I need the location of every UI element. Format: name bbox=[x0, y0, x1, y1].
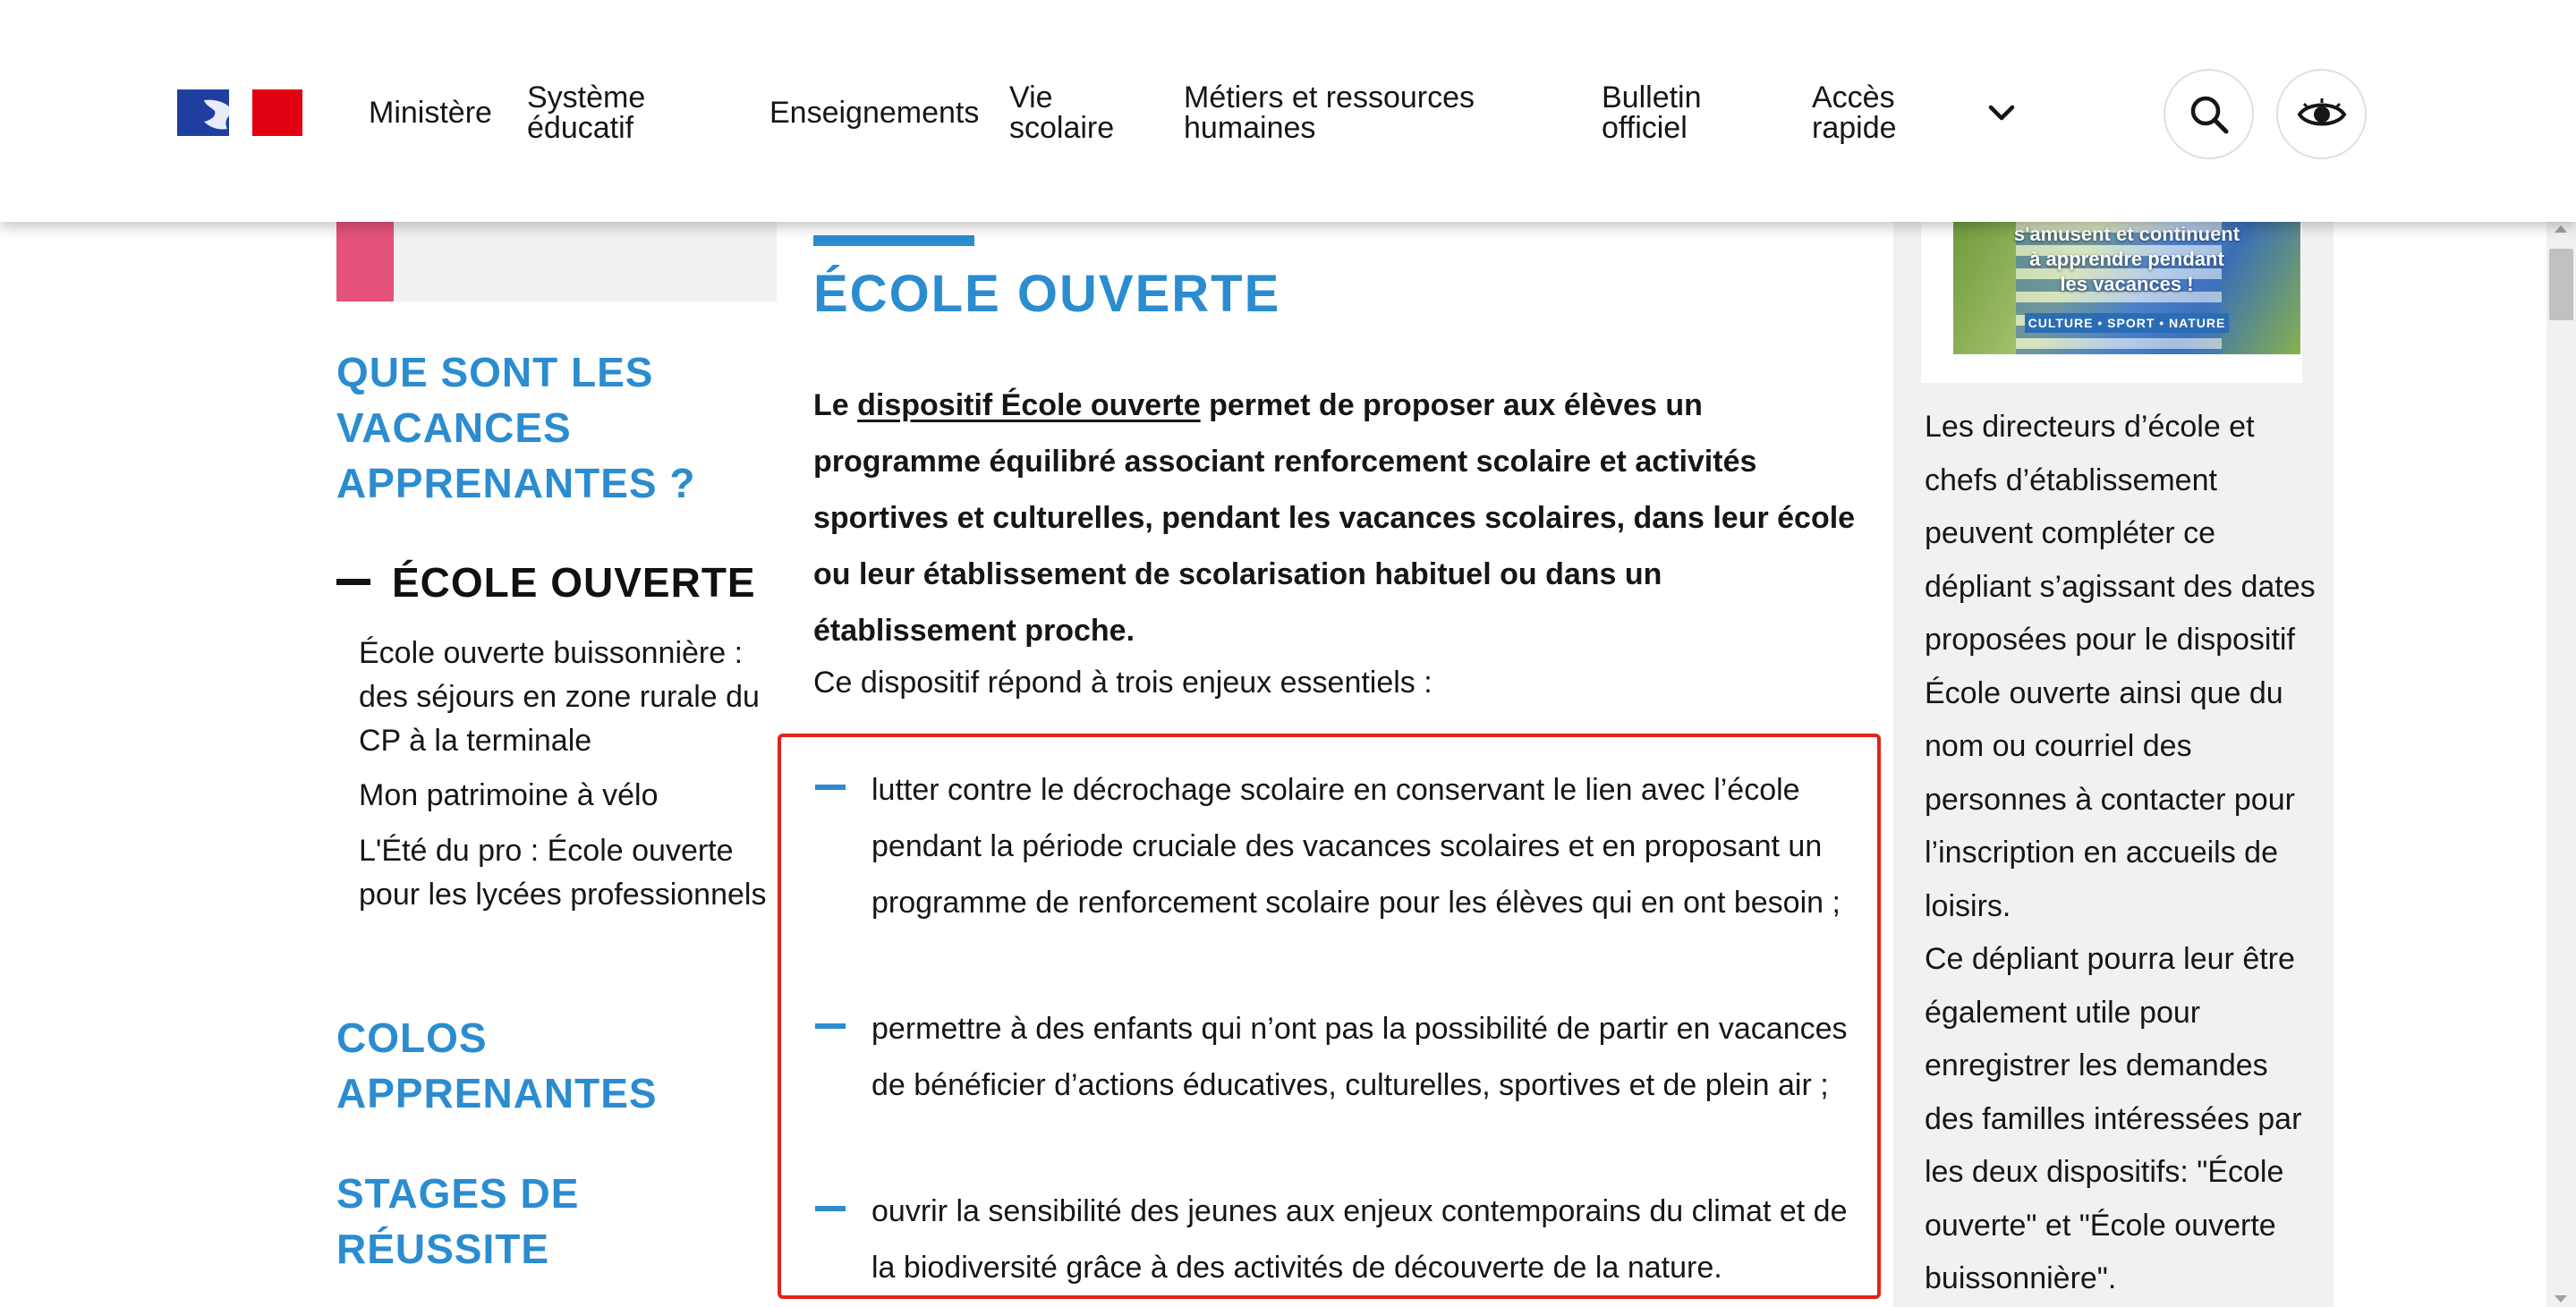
nav-acces-rapide[interactable]: Accès rapide bbox=[1812, 82, 1897, 143]
nav-systeme-educatif[interactable]: Système éducatif bbox=[527, 82, 645, 143]
title-accent-bar bbox=[813, 235, 974, 246]
scrollbar-track[interactable] bbox=[2546, 222, 2576, 1307]
sidebar-image-accent bbox=[336, 222, 394, 301]
current-item-dash bbox=[336, 579, 370, 585]
sidebar-item-mon-patrimoine-a-velo[interactable]: Mon patrimoine à vélo bbox=[359, 774, 779, 818]
nav-bulletin-officiel[interactable]: Bulletin officiel bbox=[1602, 82, 1702, 143]
scrollbar-thumb[interactable] bbox=[2549, 249, 2573, 320]
sidebar-current-ecole-ouverte[interactable]: ÉCOLE OUVERTE bbox=[392, 555, 756, 610]
sidebar-category-stages-de-reussite[interactable]: STAGES DE RÉUSSITE bbox=[336, 1166, 757, 1277]
bullet-dash bbox=[815, 785, 846, 790]
aside-description: Les directeurs d’école et chefs d’établi… bbox=[1925, 410, 2316, 1295]
depliant-image[interactable]: s'amusent et continuent à apprendre pend… bbox=[1953, 222, 2300, 354]
lead-prefix: Le bbox=[813, 388, 858, 422]
sidebar-image-card bbox=[336, 222, 777, 301]
intro-text: Ce dispositif répond à trois enjeux esse… bbox=[813, 666, 1433, 700]
republique-francaise-logo[interactable] bbox=[177, 89, 302, 136]
bullet-item-decrochage: lutter contre le décrochage scolaire en … bbox=[871, 773, 1841, 920]
image-caption: s'amusent et continuent à apprendre pend… bbox=[2013, 223, 2240, 295]
sidebar-category-vacances-apprenantes[interactable]: QUE SONT LES VACANCES APPRENANTES ? bbox=[336, 344, 757, 511]
scroll-up-arrow[interactable] bbox=[2555, 225, 2567, 233]
sidebar-item-ete-du-pro[interactable]: L'Été du pro : École ouverte pour les ly… bbox=[359, 829, 779, 917]
bullet-dash bbox=[815, 1023, 846, 1029]
chevron-down-icon[interactable] bbox=[1986, 100, 2017, 125]
nav-enseignements[interactable]: Enseignements bbox=[769, 98, 979, 128]
bullet-item-vacances: permettre à des enfants qui n’ont pas la… bbox=[871, 1012, 1848, 1102]
sidebar-item-ecole-ouverte-buissonniere[interactable]: École ouverte buissonnière : des séjours… bbox=[359, 632, 779, 763]
image-tag: CULTURE • SPORT • NATURE bbox=[2025, 313, 2229, 333]
nav-ministere[interactable]: Ministère bbox=[369, 98, 492, 128]
scroll-down-arrow[interactable] bbox=[2555, 1295, 2567, 1303]
lead-rest: permet de proposer aux élèves un program… bbox=[813, 388, 1856, 648]
search-button[interactable] bbox=[2164, 69, 2254, 159]
site-header: Ministère Système éducatif Enseignements… bbox=[0, 0, 2576, 222]
dispositif-ecole-ouverte-link[interactable]: dispositif École ouverte bbox=[857, 388, 1201, 422]
nav-metiers-ressources-humaines[interactable]: Métiers et ressources humaines bbox=[1184, 82, 1475, 143]
search-icon bbox=[2190, 96, 2228, 133]
bullet-dash bbox=[815, 1206, 846, 1211]
eye-icon bbox=[2297, 98, 2346, 125]
sidebar-category-colos-apprenantes[interactable]: COLOS APPRENANTES bbox=[336, 1010, 757, 1121]
page-title: ÉCOLE OUVERTE bbox=[813, 265, 1281, 323]
bullet-item-nature: ouvrir la sensibilité des jeunes aux enj… bbox=[871, 1194, 1848, 1285]
nav-vie-scolaire[interactable]: Vie scolaire bbox=[1009, 82, 1114, 143]
lead-paragraph: Le dispositif École ouverte permet de pr… bbox=[813, 378, 1860, 659]
accessibility-button[interactable] bbox=[2276, 69, 2367, 159]
